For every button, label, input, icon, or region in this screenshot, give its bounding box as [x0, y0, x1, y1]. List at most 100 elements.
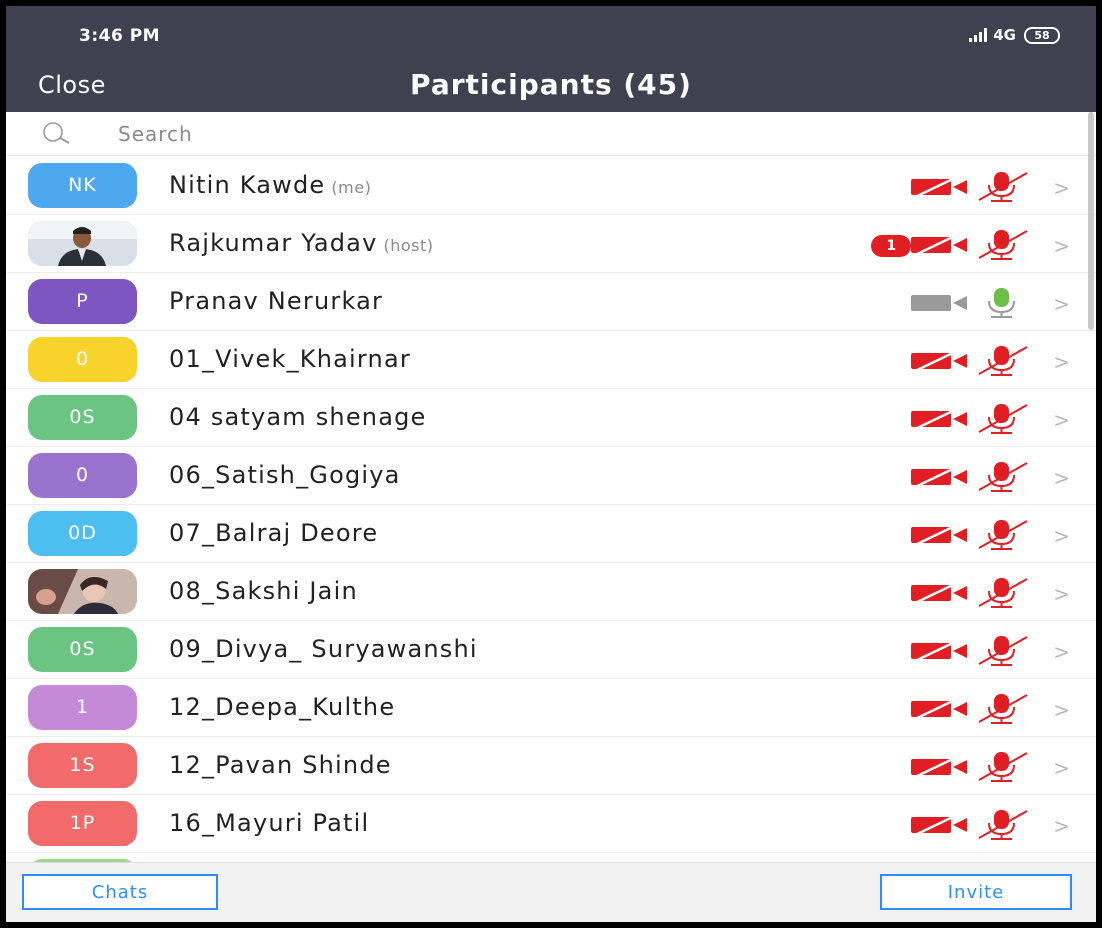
- participant-status-icons: 1 >: [871, 228, 1070, 264]
- participant-name-group: Nitin Kawde (me): [169, 171, 371, 199]
- search-bar: [6, 112, 1096, 156]
- mic-muted-icon: [973, 170, 1031, 206]
- participant-name: 07_Balraj Deore: [169, 519, 379, 547]
- participant-name: 16_Mayuri Patil: [169, 809, 370, 837]
- video-off-icon: [909, 174, 973, 202]
- avatar-initials: 0D: [68, 522, 97, 544]
- participant-status-icons: >: [909, 634, 1070, 670]
- participant-list: NK Nitin Kawde (me) > Rajkumar Yadav (host) 1 >…: [6, 157, 1096, 862]
- search-icon: [43, 122, 70, 144]
- avatar-initials: 1: [75, 696, 90, 718]
- avatar: NK: [28, 163, 137, 208]
- mic-on-icon: [973, 286, 1031, 322]
- participant-name: 06_Satish_Gogiya: [169, 461, 401, 489]
- video-off-icon: [909, 348, 973, 376]
- participant-row[interactable]: 0 06_Satish_Gogiya >: [6, 447, 1096, 505]
- participant-name: 09_Divya_ Suryawanshi: [169, 635, 478, 663]
- participant-name-group: 12_Pavan Shinde: [169, 751, 392, 779]
- search-input[interactable]: [118, 120, 818, 148]
- avatar-initials: 0: [75, 464, 90, 486]
- avatar: 0S: [28, 395, 137, 440]
- avatar-initials: 0S: [69, 406, 96, 428]
- mic-muted-icon: [973, 692, 1031, 728]
- participant-name-group: Pranav Nerurkar: [169, 287, 383, 315]
- participant-name: Nitin Kawde: [169, 171, 326, 199]
- avatar-initials: 0S: [69, 638, 96, 660]
- participant-status-icons: >: [909, 460, 1070, 496]
- video-off-icon: [909, 406, 973, 434]
- video-off-icon: [909, 754, 973, 782]
- invite-button[interactable]: Invite: [880, 874, 1072, 910]
- chevron-right-icon: >: [1053, 582, 1070, 606]
- participant-row[interactable]: 0S 04 satyam shenage >: [6, 389, 1096, 447]
- participant-status-icons: >: [909, 518, 1070, 554]
- page-title: Participants (45): [410, 68, 692, 101]
- participants-screen: 3:46 PM 4G 58 Close Participants (45) NK…: [6, 6, 1096, 922]
- status-indicators: 4G 58: [969, 26, 1060, 44]
- participant-row[interactable]: 1S 12_Pavan Shinde >: [6, 737, 1096, 795]
- participant-row[interactable]: >: [6, 853, 1096, 862]
- participant-row[interactable]: P Pranav Nerurkar >: [6, 273, 1096, 331]
- participant-row[interactable]: Rajkumar Yadav (host) 1 >: [6, 215, 1096, 273]
- participant-name: 08_Sakshi Jain: [169, 577, 358, 605]
- chevron-right-icon: >: [1053, 466, 1070, 490]
- avatar-photo: [28, 569, 137, 614]
- video-off-icon: [909, 522, 973, 550]
- participant-name-group: 16_Mayuri Patil: [169, 809, 369, 837]
- chats-button[interactable]: Chats: [22, 874, 218, 910]
- chevron-right-icon: >: [1053, 350, 1070, 374]
- mic-muted-icon: [973, 228, 1031, 264]
- unread-badge: 1: [871, 235, 912, 257]
- avatar-initials: NK: [68, 174, 97, 196]
- avatar-initials: 1P: [69, 812, 96, 834]
- avatar: 0: [28, 337, 137, 382]
- avatar: P: [28, 279, 137, 324]
- participant-name-group: 08_Sakshi Jain: [169, 577, 358, 605]
- avatar: 1P: [28, 801, 137, 846]
- video-off-icon: [909, 696, 973, 724]
- avatar: 1: [28, 685, 137, 730]
- participant-row[interactable]: 0 01_Vivek_Khairnar >: [6, 331, 1096, 389]
- mic-muted-icon: [973, 518, 1031, 554]
- participant-status-icons: >: [909, 402, 1070, 438]
- avatar-initials: P: [76, 290, 89, 312]
- avatar-initials: 0: [75, 348, 90, 370]
- battery-icon: 58: [1024, 26, 1060, 44]
- participant-name: 01_Vivek_Khairnar: [169, 345, 411, 373]
- chevron-right-icon: >: [1053, 176, 1070, 200]
- participant-name-group: 06_Satish_Gogiya: [169, 461, 401, 489]
- status-time: 3:46 PM: [79, 26, 161, 46]
- video-off-icon: [909, 232, 973, 260]
- avatar-initials: 1S: [69, 754, 96, 776]
- participant-row[interactable]: 0D 07_Balraj Deore >: [6, 505, 1096, 563]
- chevron-right-icon: >: [1053, 292, 1070, 316]
- mic-muted-icon: [973, 576, 1031, 612]
- chevron-right-icon: >: [1053, 234, 1070, 258]
- participant-name-group: Rajkumar Yadav (host): [169, 229, 434, 257]
- mic-muted-icon: [973, 808, 1031, 844]
- mic-muted-icon: [973, 344, 1031, 380]
- participant-row[interactable]: 1 12_Deepa_Kulthe >: [6, 679, 1096, 737]
- participant-row[interactable]: 0S 09_Divya_ Suryawanshi >: [6, 621, 1096, 679]
- avatar: 0S: [28, 627, 137, 672]
- participant-name-group: 09_Divya_ Suryawanshi: [169, 635, 478, 663]
- participant-row[interactable]: 08_Sakshi Jain >: [6, 563, 1096, 621]
- mic-muted-icon: [973, 460, 1031, 496]
- status-bar: 3:46 PM 4G 58: [6, 6, 1096, 62]
- participant-status-icons: >: [909, 750, 1070, 786]
- participant-row[interactable]: NK Nitin Kawde (me) >: [6, 157, 1096, 215]
- chevron-right-icon: >: [1053, 698, 1070, 722]
- video-off-icon: [909, 580, 973, 608]
- video-on-icon: [909, 290, 973, 318]
- avatar: 0: [28, 453, 137, 498]
- battery-level: 58: [1034, 28, 1050, 42]
- avatar: 1S: [28, 743, 137, 788]
- participant-name: Rajkumar Yadav: [169, 229, 378, 257]
- participant-row[interactable]: 1P 16_Mayuri Patil >: [6, 795, 1096, 853]
- participant-role-tag: (me): [331, 178, 372, 197]
- chevron-right-icon: >: [1053, 640, 1070, 664]
- chevron-right-icon: >: [1053, 408, 1070, 432]
- scrollbar[interactable]: [1088, 112, 1094, 330]
- video-off-icon: [909, 464, 973, 492]
- participant-name: 12_Deepa_Kulthe: [169, 693, 396, 721]
